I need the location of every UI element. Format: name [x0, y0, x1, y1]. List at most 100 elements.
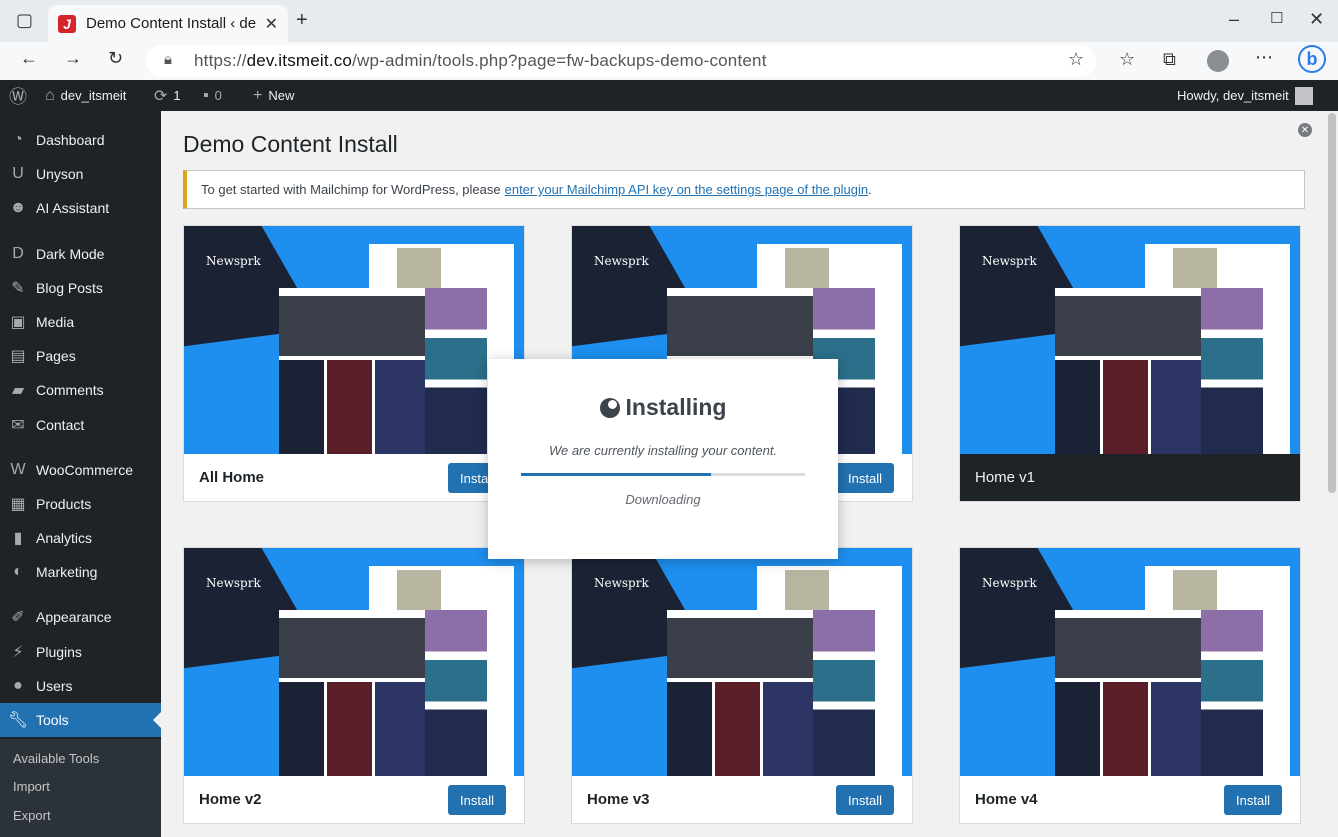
- sidebar-item-unyson[interactable]: U Unyson: [0, 157, 161, 191]
- unyson-icon: U: [12, 165, 24, 182]
- demo-name: All Home: [199, 469, 265, 486]
- sidebar-label: Marketing: [36, 564, 98, 580]
- close-tab-icon[interactable]: ✕: [265, 14, 278, 34]
- tab-actions-icon[interactable]: ▢: [16, 10, 33, 31]
- demo-card: Newsprk Home v4 Install: [959, 547, 1301, 824]
- demo-name: Home v2: [199, 791, 262, 808]
- add-favorite-icon[interactable]: ☆: [1068, 49, 1084, 70]
- forward-icon[interactable]: →: [64, 48, 82, 69]
- install-button[interactable]: Install: [836, 463, 894, 493]
- new-content-link[interactable]: + New: [253, 80, 294, 111]
- install-button[interactable]: Install: [1224, 785, 1282, 815]
- submenu-export[interactable]: Export: [13, 808, 51, 823]
- demo-card: Newsprk Home v3 Install: [571, 547, 913, 824]
- sidebar-label: Tools: [36, 712, 69, 728]
- url-path: /wp-admin/tools.php?page=fw-backups-demo…: [352, 51, 767, 70]
- browser-tabbar: ▢ J Demo Content Install ‹ de ✕ + – ☐ ✕: [0, 0, 1338, 42]
- tab-title: Demo Content Install ‹ de: [86, 15, 256, 32]
- sidebar-label: Contact: [36, 417, 85, 433]
- maximize-icon[interactable]: ☐: [1270, 9, 1283, 27]
- sidebar-item-tools[interactable]: 🔧︎ Tools: [0, 703, 161, 737]
- sidebar-item-dark-mode[interactable]: D Dark Mode: [0, 237, 161, 271]
- notice-text: To get started with Mailchimp for WordPr…: [201, 182, 501, 197]
- sidebar-item-products[interactable]: ▦ Products: [0, 487, 161, 521]
- updates-count: 1: [173, 88, 181, 103]
- sidebar-item-dashboard[interactable]: ◔ Dashboard: [0, 123, 161, 157]
- url-field[interactable]: 🔒︎ https://dev.itsmeit.co/wp-admin/tools…: [146, 45, 1096, 77]
- favorites-icon[interactable]: ☆: [1119, 49, 1135, 70]
- pin-icon: ✎: [11, 280, 25, 297]
- new-tab-icon[interactable]: +: [296, 9, 308, 32]
- sidebar-item-users[interactable]: ● Users: [0, 669, 161, 703]
- bing-icon[interactable]: b: [1298, 45, 1326, 73]
- spinner-icon: [599, 397, 620, 418]
- scrollbar-thumb[interactable]: [1328, 113, 1336, 493]
- submenu-available-tools[interactable]: Available Tools: [13, 751, 99, 766]
- address-toolbar: ← → ↻ 🔒︎ https://dev.itsmeit.co/wp-admin…: [0, 42, 1338, 80]
- profile-avatar[interactable]: [1207, 50, 1229, 72]
- sidebar-item-marketing[interactable]: ◐ Marketing: [0, 555, 161, 589]
- thumbnail-logo: Newsprk: [594, 576, 649, 590]
- sidebar-label: Analytics: [36, 530, 93, 546]
- sidebar-label: Dashboard: [36, 132, 105, 148]
- notice-link[interactable]: enter your Mailchimp API key on the sett…: [505, 182, 869, 197]
- ai-icon: ☻: [9, 199, 27, 216]
- site-name-link[interactable]: ⌂ dev_itsmeit: [45, 80, 126, 111]
- sidebar-label: WooCommerce: [36, 462, 133, 478]
- thumbnail-logo: Newsprk: [594, 254, 649, 268]
- sidebar-item-ai-assistant[interactable]: ☻ AI Assistant: [0, 191, 161, 225]
- sidebar-item-woocommerce[interactable]: W WooCommerce: [0, 453, 161, 487]
- minimize-icon[interactable]: –: [1229, 9, 1239, 30]
- sidebar-item-pages[interactable]: ▤ Pages: [0, 339, 161, 373]
- thumbnail-logo: Newsprk: [982, 254, 1037, 268]
- comment-icon: ▪: [203, 86, 209, 104]
- sidebar-label: Comments: [36, 382, 104, 398]
- plugins-icon: ⚡: [12, 644, 24, 661]
- marketing-icon: ◐: [13, 563, 23, 580]
- sidebar-label: Pages: [36, 348, 76, 364]
- install-button[interactable]: Install: [448, 785, 506, 815]
- sidebar-label: Plugins: [36, 644, 82, 660]
- mail-icon: ✉: [11, 417, 25, 434]
- sidebar-item-blog-posts[interactable]: ✎ Blog Posts: [0, 271, 161, 305]
- sidebar-label: Media: [36, 314, 75, 330]
- sidebar-item-contact[interactable]: ✉ Contact: [0, 408, 161, 442]
- updates-link[interactable]: ⟳ 1: [154, 80, 181, 111]
- admin-sidebar: ◔ Dashboard U Unyson ☻ AI Assistant D Dark M…: [0, 111, 161, 837]
- page-scrollbar[interactable]: [1326, 111, 1338, 837]
- modal-message: We are currently installing your content…: [548, 443, 778, 458]
- install-button[interactable]: Install: [836, 785, 894, 815]
- notice-end: .: [868, 182, 872, 197]
- demo-name: Home v3: [587, 791, 650, 808]
- plus-icon: +: [253, 86, 263, 104]
- users-icon: ●: [13, 677, 23, 694]
- progress-bar: [521, 473, 805, 476]
- sidebar-item-media[interactable]: ▣ Media: [0, 305, 161, 339]
- woo-icon: W: [10, 461, 26, 478]
- modal-status: Downloading: [625, 492, 701, 507]
- window-close-icon[interactable]: ✕: [1309, 9, 1324, 30]
- submenu-import[interactable]: Import: [13, 779, 50, 794]
- sidebar-item-comments[interactable]: ▰ Comments: [0, 373, 161, 407]
- sidebar-label: Products: [36, 496, 92, 512]
- wp-logo-icon[interactable]: Ⓦ: [9, 80, 27, 111]
- modal-title: Installing: [625, 394, 727, 420]
- browser-tab[interactable]: J Demo Content Install ‹ de ✕: [48, 5, 288, 42]
- back-icon[interactable]: ←: [20, 48, 38, 69]
- sidebar-item-plugins[interactable]: ⚡ Plugins: [0, 635, 161, 669]
- new-label: New: [268, 88, 295, 103]
- updates-icon: ⟳: [154, 87, 168, 105]
- collections-icon[interactable]: ⧉: [1163, 49, 1176, 70]
- progress-fill: [521, 473, 712, 476]
- demo-thumbnail: Newsprk: [184, 548, 524, 776]
- user-avatar: [1294, 86, 1313, 105]
- sidebar-item-analytics[interactable]: ▮ Analytics: [0, 521, 161, 555]
- comments-link[interactable]: ▪ 0: [203, 80, 222, 111]
- my-account-link[interactable]: Howdy, dev_itsmeit: [1177, 80, 1313, 111]
- refresh-icon[interactable]: ↻: [108, 48, 123, 69]
- sidebar-item-appearance[interactable]: ✐ Appearance: [0, 600, 161, 634]
- close-icon[interactable]: ✕: [1298, 123, 1312, 137]
- url-prefix: https://: [194, 51, 247, 70]
- lock-icon: 🔒︎: [164, 51, 173, 68]
- more-icon[interactable]: ⋯: [1255, 47, 1273, 68]
